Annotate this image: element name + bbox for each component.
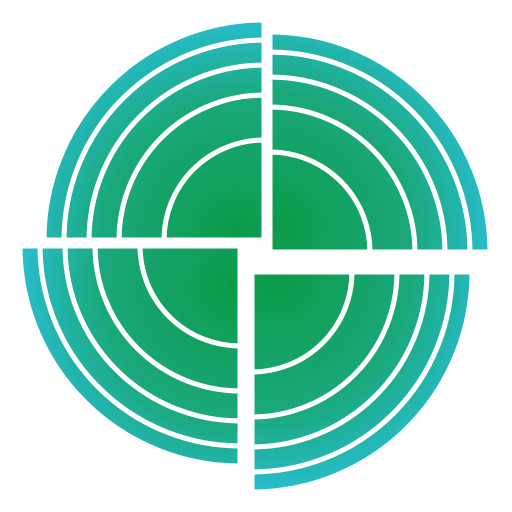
radial-target-logo-icon — [17, 17, 493, 495]
quadrant-top-right — [267, 29, 493, 255]
quadrant-top-left — [41, 17, 267, 243]
logo — [0, 0, 512, 512]
quadrant-bottom-right — [249, 269, 475, 495]
quadrant-bottom-left — [17, 243, 243, 469]
